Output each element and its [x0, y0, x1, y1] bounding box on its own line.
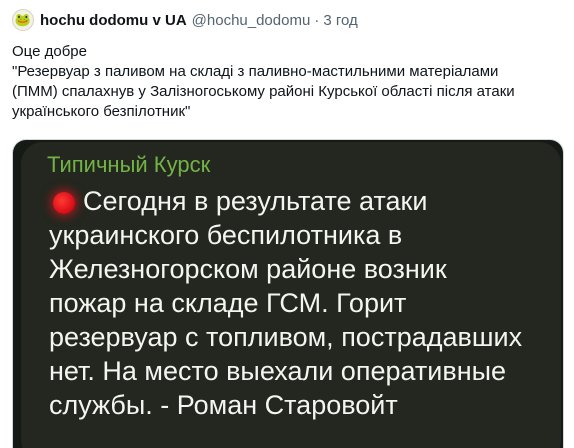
channel-name: Типичный Курск	[47, 152, 211, 177]
red-circle-icon	[53, 192, 75, 214]
message-line: украинского беспилотника в	[49, 220, 403, 250]
tweet-text-line: українського безпілотник"	[12, 103, 191, 120]
tweet-text: Оце добре "Резервуар з паливом на складі…	[12, 42, 564, 122]
display-name[interactable]: hochu dodomu v UA	[40, 12, 187, 29]
message-line: нет. На место выехали оперативные	[49, 356, 507, 386]
message-line: пожар на складе ГСМ. Горит	[49, 288, 407, 318]
frog-emoji-icon: 🐸	[14, 12, 32, 27]
tweet-text-line: (ПММ) спалахнув у Залізногоському районі…	[12, 83, 515, 100]
tweet-media-image[interactable]: Типичный Курск Сегодня в результате атак…	[12, 139, 564, 448]
avatar[interactable]: 🐸	[12, 9, 34, 31]
tweet-header: 🐸 hochu dodomu v UA @hochu_dodomu · 3 го…	[12, 8, 358, 32]
message-line: Сегодня в результате атаки	[83, 186, 428, 216]
tweet-text-line: Оце добре	[12, 43, 87, 60]
user-handle[interactable]: @hochu_dodomu	[192, 12, 311, 29]
tweet-text-line: "Резервуар з паливом на складі з паливно…	[12, 63, 499, 80]
timestamp[interactable]: 3 год	[323, 12, 357, 29]
telegram-message-bubble: Типичный Курск Сегодня в результате атак…	[21, 142, 561, 448]
separator-dot: ·	[314, 11, 320, 29]
tweet-card: 🐸 hochu dodomu v UA @hochu_dodomu · 3 го…	[0, 0, 574, 448]
message-line: резервуар с топливом, пострадавших	[49, 322, 523, 352]
message-line: службы. - Роман Старовойт	[49, 390, 398, 420]
message-line: Железногорском районе возник	[49, 254, 447, 284]
